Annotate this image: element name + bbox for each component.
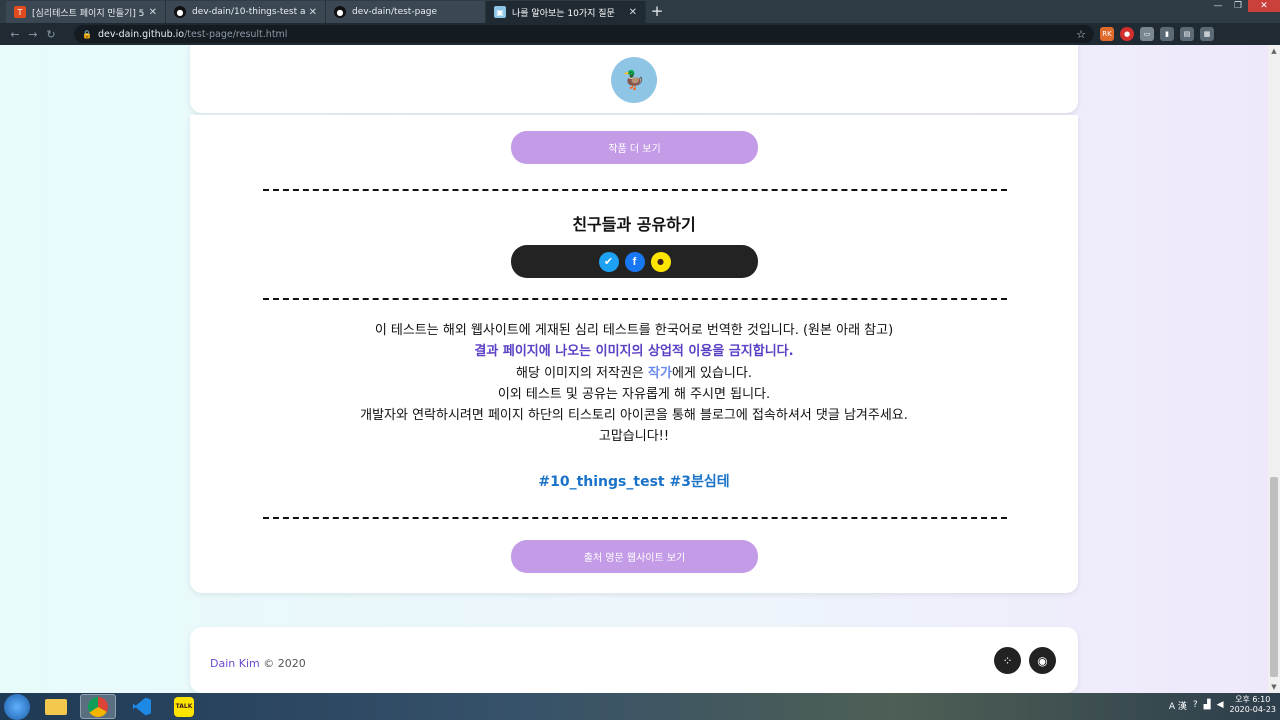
notice-line: 이외 테스트 및 공유는 자유롭게 해 주시면 됩니다. (497, 386, 771, 402)
source-website-button[interactable]: 출처 영문 웹사이트 보기 (511, 540, 758, 573)
notice-text-part: 에게 있습니다. (671, 365, 752, 381)
tistory-icon[interactable]: ⁘ (994, 647, 1021, 674)
url-path: /test-page/result.html (184, 28, 288, 40)
footer-credit: Dain Kim © 2020 (210, 657, 306, 670)
close-window-icon[interactable]: ✕ (1248, 0, 1280, 12)
extension-icon[interactable]: ▦ (1200, 27, 1214, 41)
windows-taskbar: TALK A 漢 ? ▟ ◀ 오후 6:10 2020-04-23 (0, 693, 1280, 720)
github-favicon-icon: ● (334, 6, 346, 18)
scrollbar-thumb[interactable] (1270, 477, 1278, 677)
page-favicon-icon: ▣ (494, 6, 506, 18)
github-icon[interactable]: ◉ (1029, 647, 1056, 674)
extension-icon[interactable]: ▤ (1180, 27, 1194, 41)
extensions-area: RK ● ▭ ▮ ▤ ▦ (1100, 27, 1214, 41)
extension-icon[interactable]: ▭ (1140, 27, 1154, 41)
close-tab-icon[interactable]: ✕ (149, 7, 157, 18)
hashtags: #10_things_test #3분심테 (538, 474, 730, 490)
artist-link[interactable]: 작가 (648, 366, 672, 381)
notice-line-emphasis: 결과 페이지에 나오는 이미지의 상업적 이용을 금지합니다. (474, 344, 794, 360)
tab-label: dev-dain/test-page (352, 7, 438, 17)
new-tab-button[interactable]: + (648, 2, 666, 20)
divider (263, 298, 1007, 300)
back-icon[interactable]: ← (6, 28, 24, 41)
maximize-icon[interactable]: ❐ (1228, 0, 1248, 12)
notice-text-part: 해당 이미지의 저작권은 (516, 365, 649, 381)
help-icon[interactable]: ? (1193, 700, 1198, 710)
github-favicon-icon: ● (174, 6, 186, 18)
page-viewport: 🦆 작품 더 보기 친구들과 공유하기 ✔ f ● 이 테스트는 해외 웹사이트… (0, 45, 1268, 693)
author-link[interactable]: Dain Kim (210, 657, 260, 670)
share-bar: ✔ f ● (511, 245, 758, 278)
result-image-duck-icon: 🦆 (611, 57, 657, 103)
address-bar[interactable]: 🔒 dev-dain.github.io/test-page/result.ht… (74, 25, 1094, 43)
tistory-favicon-icon: T (14, 6, 26, 18)
start-button-icon[interactable] (4, 694, 30, 720)
network-icon[interactable]: ▟ (1204, 700, 1211, 710)
notice-line: 고맙습니다!! (598, 429, 670, 445)
browser-toolbar: ← → ↻ 🔒 dev-dain.github.io/test-page/res… (0, 23, 1280, 65)
scroll-up-icon[interactable]: ▲ (1268, 45, 1280, 57)
kakaotalk-taskbar-icon[interactable]: TALK (166, 694, 202, 719)
tab-label: 나를 알아보는 10가지 질문 (512, 8, 615, 19)
extension-icon[interactable]: ● (1120, 27, 1134, 41)
more-works-button[interactable]: 작품 더 보기 (511, 131, 758, 164)
result-card-top: 🦆 (190, 45, 1078, 113)
vscode-taskbar-icon[interactable] (124, 694, 160, 719)
bookmark-star-icon[interactable]: ☆ (1076, 28, 1086, 41)
divider (263, 517, 1007, 519)
forward-icon[interactable]: → (24, 28, 42, 41)
system-tray: A 漢 ? ▟ ◀ 오후 6:10 2020-04-23 (1169, 695, 1276, 715)
footer-icons: ⁘ ◉ (994, 647, 1056, 674)
twitter-share-icon[interactable]: ✔ (598, 251, 619, 272)
browser-tab-4-active[interactable]: ▣ 나를 알아보는 10가지 질문 ✕ (486, 1, 646, 23)
notice-line: 이 테스트는 해외 웹사이트에 게재된 심리 테스트를 한국어로 번역한 것입니… (374, 323, 894, 338)
share-title: 친구들과 공유하기 (572, 215, 696, 234)
notice-line: 해당 이미지의 저작권은 작가에게 있습니다. (190, 363, 1078, 384)
window-controls: — ❐ ✕ (1208, 0, 1280, 12)
footer-card: Dain Kim © 2020 ⁘ ◉ (190, 627, 1078, 693)
url-host: dev-dain.github.io (97, 28, 185, 40)
tab-label: dev-dain/10-things-test at bcc7 (192, 7, 305, 17)
system-clock[interactable]: 오후 6:10 2020-04-23 (1230, 695, 1277, 715)
minimize-icon[interactable]: — (1208, 0, 1228, 12)
lock-icon: 🔒 (82, 29, 92, 39)
page-scrollbar[interactable]: ▲ ▼ (1268, 45, 1280, 693)
extension-icon[interactable]: RK (1100, 27, 1114, 41)
browser-tab-2[interactable]: ● dev-dain/10-things-test at bcc7 ✕ (166, 1, 326, 23)
browser-tab-3[interactable]: ● dev-dain/test-page (326, 1, 486, 23)
volume-icon[interactable]: ◀ (1217, 700, 1224, 710)
copyright-text: © 2020 (263, 657, 306, 670)
close-tab-icon[interactable]: ✕ (309, 7, 317, 18)
reload-icon[interactable]: ↻ (42, 28, 60, 41)
facebook-share-icon[interactable]: f (624, 251, 645, 272)
divider (263, 189, 1007, 191)
browser-tab-bar: T [심리테스트 페이지 만들기] 5일 ✕ ● dev-dain/10-thi… (0, 0, 1280, 23)
notice-line: 개발자와 연락하시려면 페이지 하단의 티스토리 아이콘을 통해 블로그에 접속… (360, 408, 908, 424)
tab-label: [심리테스트 페이지 만들기] 5일 (32, 8, 145, 19)
notice-text: 이 테스트는 해외 웹사이트에 게재된 심리 테스트를 한국어로 번역한 것입니… (190, 320, 1078, 448)
close-tab-icon[interactable]: ✕ (629, 7, 637, 18)
result-card-main: 작품 더 보기 친구들과 공유하기 ✔ f ● 이 테스트는 해외 웹사이트에 … (190, 115, 1078, 593)
clock-date: 2020-04-23 (1229, 705, 1277, 714)
ime-indicator[interactable]: A 漢 (1169, 699, 1187, 712)
chrome-taskbar-icon[interactable] (80, 694, 116, 719)
scroll-down-icon[interactable]: ▼ (1268, 681, 1280, 693)
browser-tab-1[interactable]: T [심리테스트 페이지 만들기] 5일 ✕ (6, 1, 166, 23)
clock-time: 오후 6:10 (1235, 695, 1271, 704)
file-explorer-icon[interactable] (38, 694, 74, 719)
extension-icon[interactable]: ▮ (1160, 27, 1174, 41)
kakaotalk-share-icon[interactable]: ● (650, 251, 671, 272)
